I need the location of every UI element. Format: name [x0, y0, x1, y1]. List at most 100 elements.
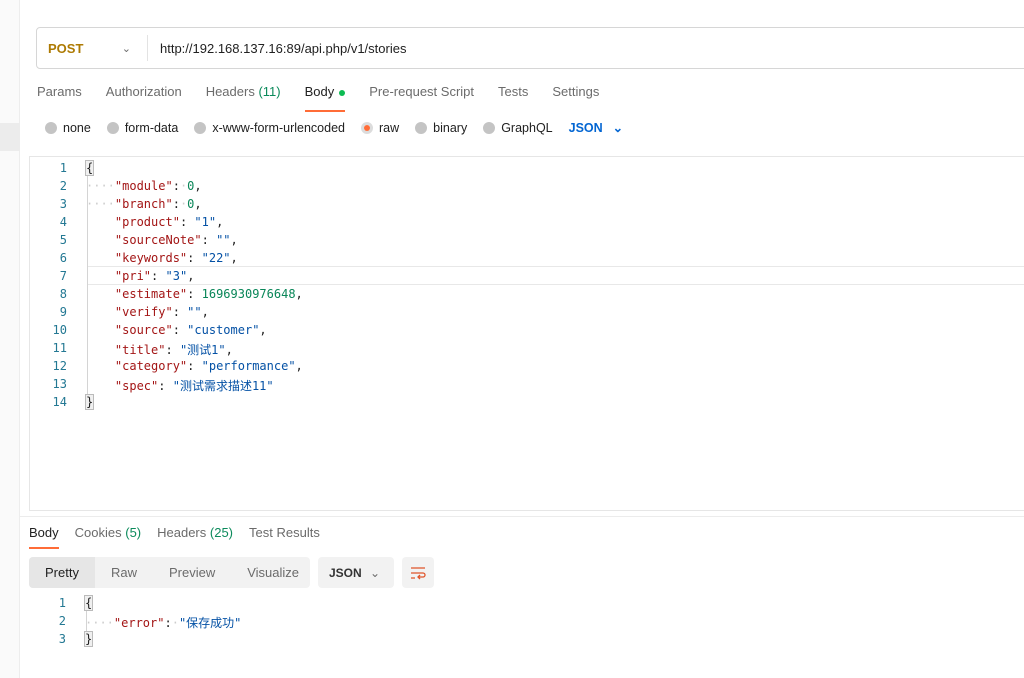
line-number: 2	[58, 614, 66, 628]
method-label: POST	[48, 40, 84, 56]
sidebar-selected-item[interactable]	[0, 123, 20, 151]
line-number: 2	[59, 179, 67, 193]
view-preview[interactable]: Preview	[153, 557, 231, 588]
line-number: 3	[58, 632, 66, 646]
code-line: "source": "customer",	[114, 323, 267, 337]
tab-label: Tests	[498, 84, 529, 99]
response-tab-test-results[interactable]: Test Results	[249, 525, 320, 545]
radio-label: x-www-form-urlencoded	[212, 120, 345, 135]
view-pretty[interactable]: Pretty	[29, 557, 95, 588]
request-tabs: Params Authorization Headers (11) Body P…	[37, 84, 623, 112]
tab-settings[interactable]: Settings	[552, 84, 599, 108]
radio-label: none	[63, 120, 91, 135]
response-tabs: Body Cookies (5) Headers (25) Test Resul…	[29, 525, 336, 549]
tab-label: Headers	[157, 525, 207, 540]
response-tab-headers[interactable]: Headers (25)	[157, 525, 233, 545]
tab-count: (5)	[125, 525, 142, 540]
response-body-viewer: 1 {2 ····"error":·"保存成功" 3}	[29, 592, 1024, 672]
radio-icon	[483, 121, 496, 134]
line-number: 1	[58, 596, 66, 610]
code-line: "keywords": "22",	[114, 251, 238, 265]
request-body-editor[interactable]: 1 {2 ····"module":·0, 3 ····"branch":·0, 4 "p…	[29, 156, 1024, 511]
wrap-lines-button[interactable]	[402, 557, 434, 588]
line-number: 10	[52, 323, 67, 337]
radio-icon	[194, 121, 207, 134]
radio-icon	[106, 121, 119, 134]
line-number: 11	[52, 341, 67, 355]
radio-form-data[interactable]: form-data	[106, 120, 179, 135]
line-number: 14	[52, 395, 67, 409]
radio-none[interactable]: none	[45, 121, 91, 135]
line-number: 8	[59, 287, 67, 301]
radio-graphql[interactable]: GraphQL	[483, 120, 553, 135]
line-number: 7	[59, 269, 67, 283]
line-number: 3	[59, 197, 67, 211]
radio-binary[interactable]: binary	[415, 121, 467, 135]
radio-urlencoded[interactable]: x-www-form-urlencoded	[194, 121, 345, 135]
line-number: 5	[59, 233, 67, 247]
tab-label: Body	[304, 84, 335, 99]
radio-raw[interactable]: raw	[361, 121, 399, 135]
radio-icon	[45, 121, 57, 134]
line-number: 1	[59, 161, 67, 175]
language-label: JSON	[568, 120, 603, 135]
line-number: 12	[52, 359, 67, 373]
view-visualize[interactable]: Visualize	[231, 557, 315, 588]
method-select[interactable]: POST ⌄	[37, 35, 148, 61]
code-line: "title": "测试1",	[114, 343, 233, 357]
tab-label: Params	[37, 84, 82, 99]
chevron-down-icon: ⌄	[369, 565, 380, 580]
tab-params[interactable]: Params	[37, 84, 82, 108]
code-line: ····"error":·"保存成功"	[85, 616, 242, 630]
code-line: "verify": "",	[114, 305, 209, 319]
tab-label: Cookies	[74, 525, 122, 540]
code-line: "product": "1",	[114, 215, 224, 229]
code-line: "pri": "3",	[114, 269, 195, 283]
tab-label: Headers	[205, 84, 255, 99]
code-line: {	[84, 160, 95, 176]
tab-pre-request-script[interactable]: Pre-request Script	[369, 84, 474, 108]
url-bar: POST ⌄ http://192.168.137.16:89/api.php/v…	[36, 27, 1024, 69]
code-line: "estimate": 1696930976648,	[114, 287, 303, 301]
chevron-down-icon: ⌄	[612, 121, 624, 135]
response-format-select[interactable]: JSON ⌄	[318, 557, 394, 588]
current-line-highlight	[87, 266, 1024, 285]
code-line: ····"branch":·0,	[86, 197, 202, 211]
status-dot-icon	[339, 89, 346, 96]
format-label: JSON	[329, 565, 362, 580]
line-number: 13	[52, 377, 67, 391]
code-line: {	[83, 595, 94, 611]
view-raw[interactable]: Raw	[95, 557, 153, 588]
response-tab-cookies[interactable]: Cookies (5)	[75, 525, 141, 545]
radio-label: form-data	[124, 120, 179, 135]
tab-label: Pre-request Script	[369, 84, 475, 99]
tab-count: (25)	[209, 525, 234, 540]
radio-selected-icon	[361, 121, 373, 134]
response-view-toggle: Pretty Raw Preview Visualize	[29, 557, 310, 588]
wrap-lines-icon	[411, 566, 426, 579]
divider	[20, 516, 1024, 517]
code-line: }	[83, 631, 94, 647]
sidebar-strip	[0, 0, 20, 678]
code-line: "category": "performance",	[114, 359, 303, 373]
line-number: 6	[59, 251, 67, 265]
tab-authorization[interactable]: Authorization	[106, 84, 182, 108]
language-select[interactable]: JSON ⌄	[568, 120, 624, 136]
tab-tests[interactable]: Tests	[498, 84, 528, 108]
radio-label: binary	[433, 120, 468, 135]
body-type-radios: none form-data x-www-form-urlencoded raw…	[45, 120, 623, 135]
tab-body[interactable]: Body	[304, 84, 346, 112]
line-number: 9	[59, 305, 67, 319]
code-line: ····"module":·0,	[86, 179, 202, 193]
radio-label: GraphQL	[501, 120, 553, 135]
tab-label: Settings	[552, 84, 600, 99]
tab-headers[interactable]: Headers (11)	[206, 84, 281, 108]
code-line: "sourceNote": "",	[114, 233, 238, 247]
radio-icon	[415, 121, 428, 134]
tab-label: Test Results	[249, 525, 320, 540]
response-tab-body[interactable]: Body	[29, 525, 59, 549]
chevron-down-icon: ⌄	[121, 42, 131, 55]
code-line: }	[84, 394, 95, 410]
radio-label: raw	[379, 120, 400, 135]
url-input[interactable]: http://192.168.137.16:89/api.php/v1/stor…	[148, 41, 406, 56]
